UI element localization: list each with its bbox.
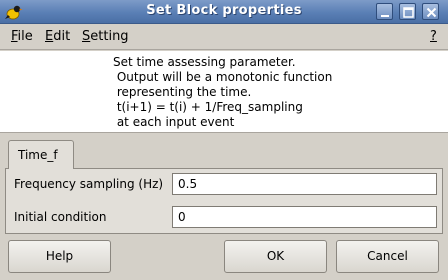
description-panel: Set time assessing parameter. Output wil… — [0, 51, 448, 133]
tab-container: Time_f Frequency sampling (Hz) Initial c… — [5, 140, 443, 235]
ok-button[interactable]: OK — [224, 240, 327, 273]
cancel-button[interactable]: Cancel — [336, 240, 439, 273]
menu-help[interactable]: ? — [430, 29, 437, 44]
scilab-bird-icon — [5, 3, 23, 21]
help-button[interactable]: Help — [8, 240, 111, 273]
description-line: Output will be a monotonic function — [113, 70, 333, 84]
frequency-sampling-input[interactable] — [172, 173, 437, 195]
description-line: representing the time. — [113, 85, 252, 99]
title-bar[interactable]: Set Block properties — [0, 0, 448, 24]
menu-file[interactable]: File — [11, 29, 33, 44]
maximize-button[interactable] — [399, 3, 416, 20]
initial-condition-label: Initial condition — [14, 210, 107, 224]
menu-setting[interactable]: Setting — [82, 29, 129, 44]
menu-edit[interactable]: Edit — [45, 29, 70, 44]
maximize-icon — [403, 7, 414, 18]
menu-edit-label: dit — [53, 29, 71, 44]
tab-time-f[interactable]: Time_f — [8, 140, 74, 169]
description-line: Set time assessing parameter. — [113, 55, 296, 69]
close-icon — [426, 7, 437, 18]
description-line: t(i+1) = t(i) + 1/Freq_sampling — [113, 100, 303, 114]
initial-condition-input[interactable] — [172, 206, 437, 228]
window-title: Set Block properties — [146, 3, 302, 18]
description-line: at each input event — [113, 115, 235, 129]
menu-setting-label: etting — [90, 29, 129, 44]
menu-file-label: ile — [17, 29, 33, 44]
tab-panel: Frequency sampling (Hz) Initial conditio… — [5, 168, 443, 234]
minimize-button[interactable] — [376, 3, 393, 20]
tab-label: Time_f — [18, 148, 58, 162]
menu-help-mnemonic: ? — [430, 29, 437, 44]
menu-edit-mnemonic: E — [45, 29, 54, 44]
menu-bar: File Edit Setting ? — [0, 24, 448, 50]
minimize-icon — [381, 15, 389, 17]
close-button[interactable] — [422, 3, 439, 20]
frequency-sampling-label: Frequency sampling (Hz) — [14, 177, 164, 191]
